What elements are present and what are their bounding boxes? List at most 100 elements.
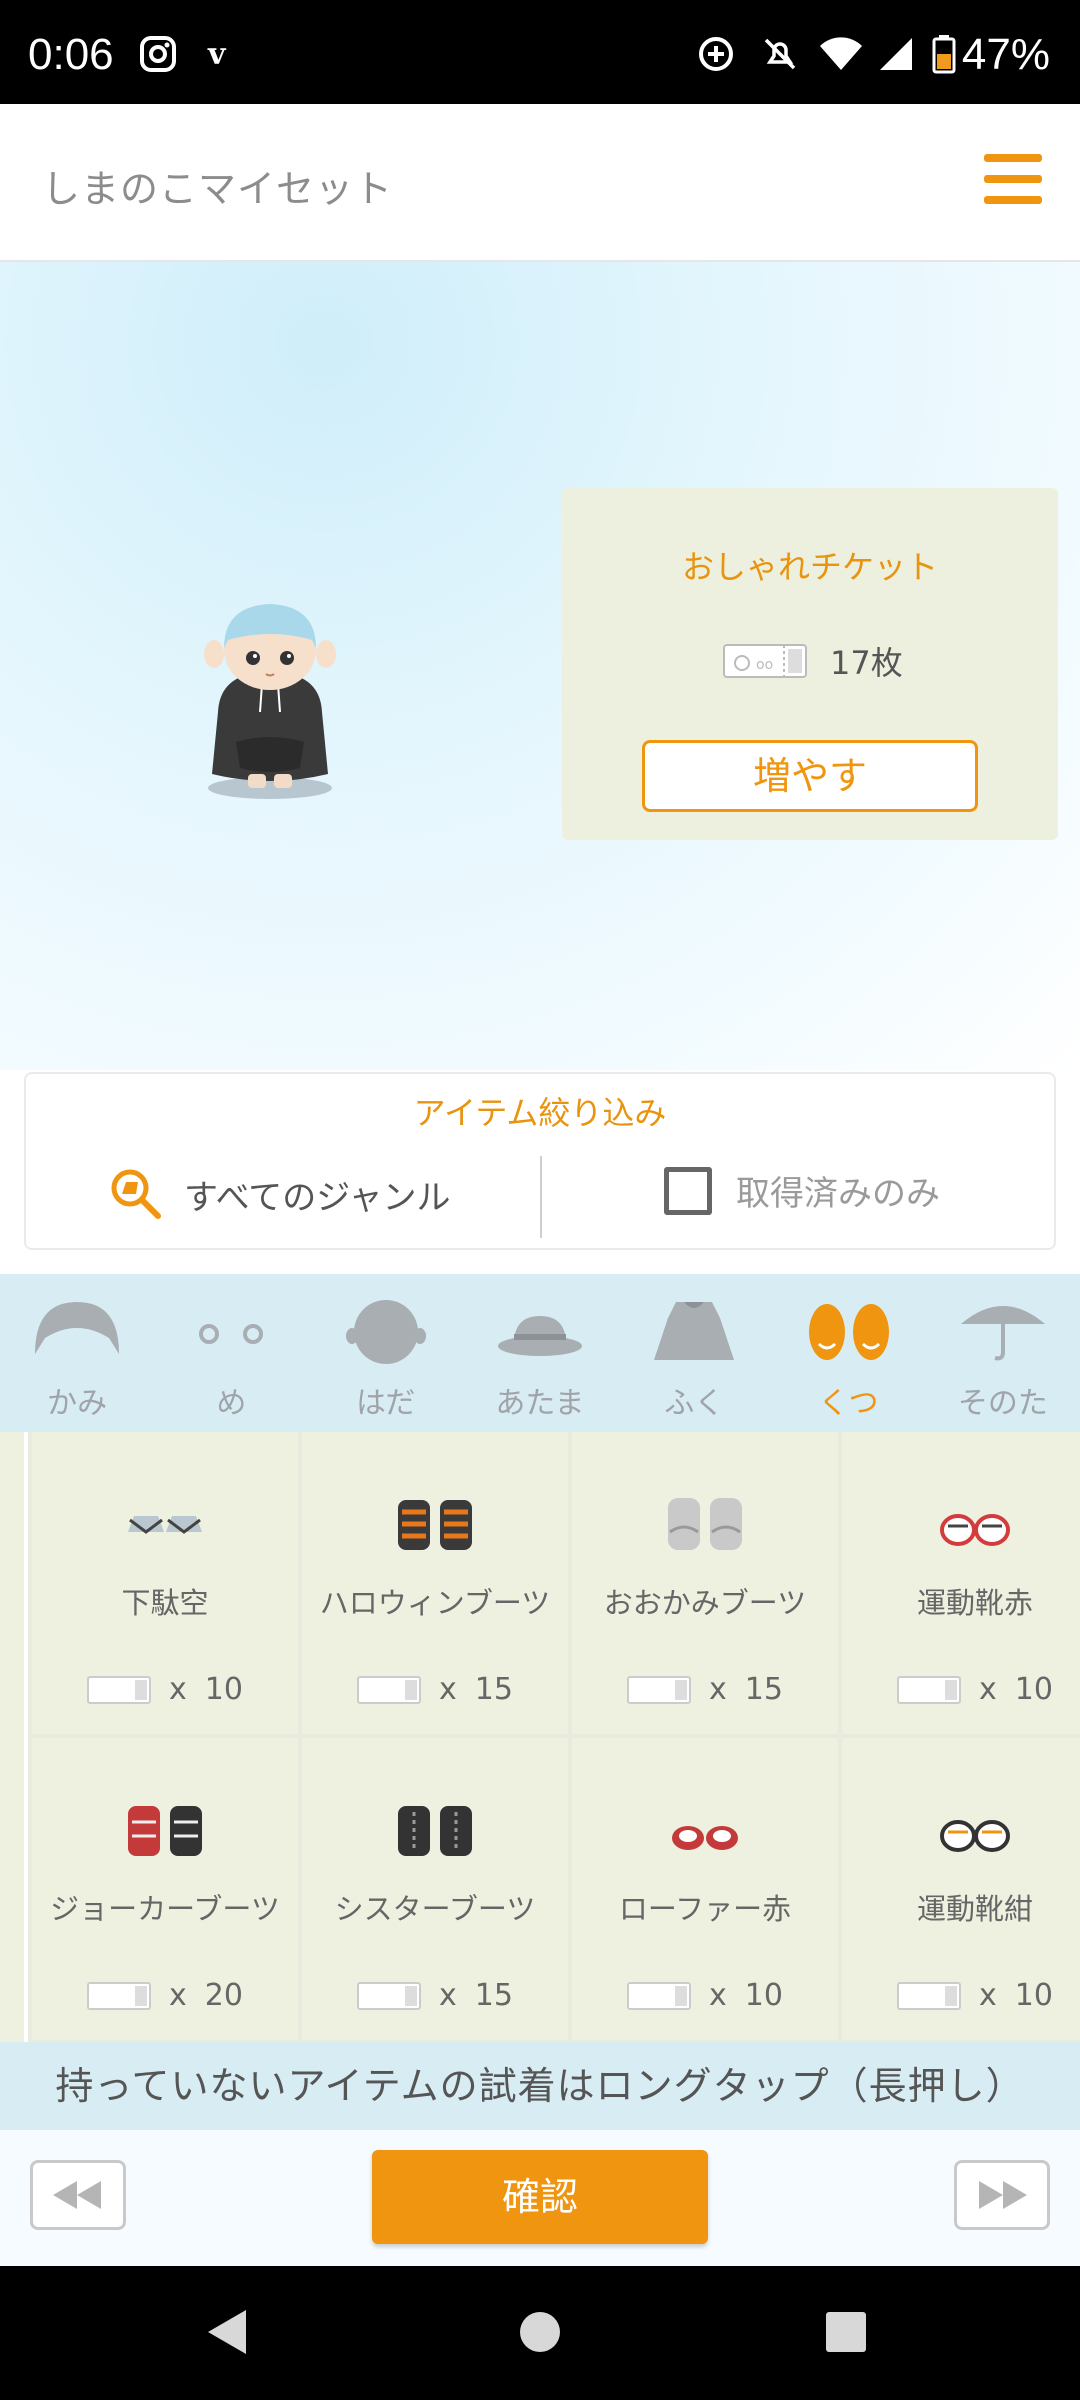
loafer-red-icon (672, 1826, 738, 1850)
item-price-value: 20 (204, 1978, 243, 2013)
umbrella-icon (960, 1306, 1045, 1361)
grid-edge (0, 1432, 28, 2042)
item-price: x 10 (842, 1978, 1080, 2013)
instagram-icon (140, 36, 176, 72)
owned-only-toggle[interactable]: 取得済みのみ (664, 1166, 940, 1215)
ticket-icon: oo (723, 644, 807, 678)
page-title: しまのこマイセット (42, 167, 394, 211)
item-tile[interactable]: 運動靴紺 x 10 (842, 1738, 1080, 2040)
item-tile[interactable]: ハロウィンブーツ x 15 (302, 1432, 568, 1734)
svg-text:v: v (207, 37, 227, 72)
owned-only-label: 取得済みのみ (736, 1174, 940, 1214)
item-price-value: 10 (744, 1978, 783, 2013)
item-name: 下駄空 (121, 1586, 209, 1620)
hair-icon (35, 1302, 120, 1354)
status-bar: 0:06 v 47% (0, 0, 1080, 104)
sister-boots-icon (398, 1806, 472, 1856)
halloween-boots-icon (398, 1500, 472, 1550)
sneakers-navy-icon (940, 1820, 1010, 1852)
item-tile[interactable]: ジョーカーブーツ x 20 (32, 1738, 298, 2040)
home-icon[interactable] (520, 2312, 560, 2352)
skin-icon (345, 1300, 426, 1364)
battery-icon (932, 35, 956, 74)
v-icon: v (207, 37, 227, 72)
category-tabs: かみ め はだ あたま ふく くつ そのた (0, 1274, 1080, 1432)
tab-label: め (216, 1386, 247, 1421)
hamburger-icon[interactable] (984, 154, 1042, 204)
increase-button[interactable]: 増やす (642, 740, 978, 812)
item-tile[interactable]: ローファー赤 x 10 (572, 1738, 838, 2040)
item-price-value: 10 (1014, 1978, 1053, 2013)
fast-forward-button[interactable] (954, 2160, 1050, 2230)
svg-text:oo: oo (756, 657, 773, 673)
data-saver-icon (699, 37, 733, 71)
item-price-value: 10 (204, 1672, 243, 1707)
signal-icon (880, 38, 912, 70)
clothes-icon (654, 1302, 735, 1360)
item-price: x 10 (572, 1978, 838, 2013)
tab-atama[interactable]: あたま (463, 1274, 617, 1432)
ticket-icon (357, 1981, 422, 2010)
owned-only-checkbox[interactable] (664, 1166, 712, 1215)
search-icon (111, 1169, 161, 1219)
ticket-icon (627, 1981, 692, 2010)
tab-label: ふく (664, 1386, 725, 1421)
back-icon[interactable] (208, 2310, 246, 2354)
ticket-icon (897, 1981, 962, 2010)
geta-sky-icon (128, 1516, 202, 1534)
ticket-icon (627, 1675, 692, 1704)
ticket-title: おしゃれチケット (681, 548, 938, 586)
item-tile[interactable]: シスターブーツ x 15 (302, 1738, 568, 2040)
avatar (204, 604, 336, 799)
item-price-value: 15 (474, 1978, 513, 2013)
tab-me[interactable]: め (154, 1274, 308, 1432)
item-tile[interactable]: 下駄空 x 10 (32, 1432, 298, 1734)
tab-label: かみ (47, 1386, 108, 1421)
ticket-count-row: oo 17枚 (722, 638, 903, 684)
tab-fuku[interactable]: ふく (617, 1274, 771, 1432)
item-price: x 15 (302, 1978, 568, 2013)
item-tile[interactable]: おおかみブーツ x 15 (572, 1432, 838, 1734)
item-price: x 15 (302, 1672, 568, 1707)
wolf-boots-icon (668, 1498, 742, 1550)
item-grid: 下駄空 x 10 ハロウィンブーツ x 15 おおかみブーツ x 15 運動靴赤… (0, 1432, 1080, 2042)
wifi-icon (820, 37, 862, 70)
confirm-button[interactable]: 確認 (372, 2150, 708, 2244)
avatar-preview-area: おしゃれチケット oo 17枚 増やす (0, 262, 1080, 1070)
eyes-icon (199, 1324, 264, 1344)
bottom-controls: 確認 (0, 2130, 1080, 2266)
tab-label: あたま (495, 1386, 585, 1421)
item-price-value: 15 (474, 1672, 513, 1707)
tab-kami[interactable]: かみ (0, 1274, 154, 1432)
tab-sonota[interactable]: そのた (926, 1274, 1080, 1432)
recents-icon[interactable] (826, 2312, 866, 2352)
item-price: x 10 (32, 1672, 298, 1707)
item-price: x 10 (842, 1672, 1080, 1707)
tab-kutsu[interactable]: くつ (771, 1274, 925, 1432)
filter-divider (540, 1156, 542, 1238)
item-name: ハロウィンブーツ (319, 1586, 551, 1620)
item-filter: アイテム絞り込み すべてのジャンル 取得済みのみ (24, 1072, 1056, 1250)
fast-forward-icon (979, 2181, 1027, 2209)
ticket-icon (87, 1675, 152, 1704)
item-tile[interactable]: 運動靴赤 x 10 (842, 1432, 1080, 1734)
item-price-value: 15 (744, 1672, 783, 1707)
tab-hada[interactable]: はだ (309, 1274, 463, 1432)
try-on-notice: 持っていないアイテムの試着はロングタップ（長押し） (0, 2042, 1080, 2130)
item-name: シスターブーツ (334, 1892, 536, 1926)
item-name: ローファー赤 (618, 1892, 792, 1926)
genre-filter-button[interactable]: すべてのジャンル (108, 1166, 451, 1222)
rewind-button[interactable] (30, 2160, 126, 2230)
status-time: 0:06 (28, 30, 114, 79)
ticket-count: 17枚 (830, 644, 903, 682)
shoes-icon (808, 1304, 889, 1360)
genre-filter-label: すべてのジャンル (184, 1177, 451, 1218)
tab-label: はだ (356, 1386, 416, 1421)
app-header: しまのこマイセット (0, 104, 1080, 262)
battery-percent: 47% (961, 30, 1050, 79)
sneakers-red-icon (940, 1514, 1010, 1546)
item-name: 運動靴紺 (916, 1892, 1033, 1926)
ticket-icon (87, 1981, 152, 2010)
item-name: ジョーカーブーツ (50, 1892, 280, 1926)
item-price-value: 10 (1014, 1672, 1053, 1707)
